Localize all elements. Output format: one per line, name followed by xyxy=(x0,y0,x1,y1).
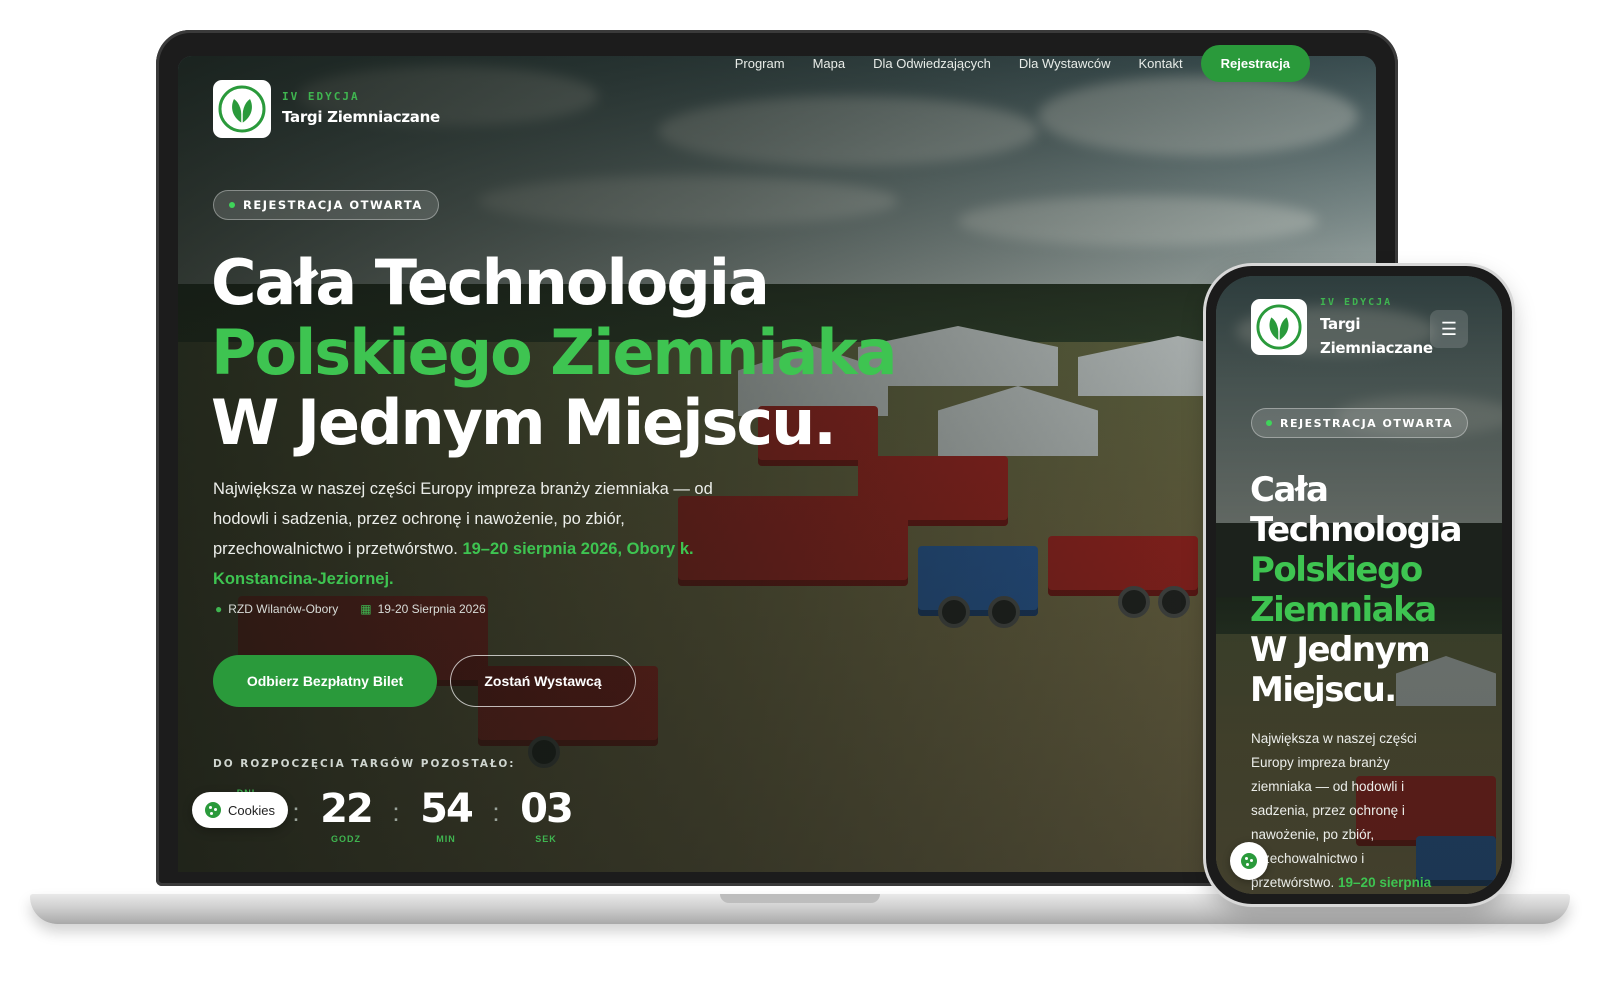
mobile-lead-line-6: przechowalnictwo i xyxy=(1251,851,1365,866)
map-pin-icon: ● xyxy=(215,602,223,616)
countdown-separator: : xyxy=(292,797,300,827)
laptop-screen xyxy=(178,56,1376,872)
registration-button[interactable]: Rejestracja xyxy=(1200,45,1310,82)
badge-label: REJESTRACJA OTWARTA xyxy=(243,198,423,212)
meta-location-text: RZD Wilanów-Obory xyxy=(228,602,339,616)
mobile-headline-line-6: Miejscu. xyxy=(1250,670,1397,710)
headline-line-3: W Jednym Miejscu. xyxy=(211,386,837,459)
mobile-lead-date-highlight: 19–20 sierpnia xyxy=(1338,875,1432,890)
nav-program[interactable]: Program xyxy=(735,56,785,71)
mobile-cookie-icon xyxy=(1241,853,1257,869)
mobile-lead-line-1: Największa w naszej części xyxy=(1251,731,1417,746)
site-logo[interactable] xyxy=(213,80,271,138)
mobile-hero-lead: Największa w naszej części Europy imprez… xyxy=(1251,727,1491,895)
nav-dla-odwiedzajacych[interactable]: Dla Odwiedzających xyxy=(873,56,991,71)
countdown-minutes: 54 MIN xyxy=(404,786,488,844)
brand-name[interactable]: Targi Ziemniaczane xyxy=(282,108,440,126)
mobile-hero-headline: Cała Technologia Polskiego Ziemniaka W J… xyxy=(1250,470,1463,710)
countdown-minutes-value: 54 xyxy=(420,786,474,832)
hamburger-icon: ☰ xyxy=(1440,318,1458,339)
laptop-notch xyxy=(720,894,880,903)
mobile-site-logo[interactable] xyxy=(1251,299,1307,355)
mobile-brand-name-line1: Targi xyxy=(1320,315,1361,333)
mobile-status-dot-icon xyxy=(1266,420,1272,426)
nav-mapa[interactable]: Mapa xyxy=(813,56,846,71)
mobile-lead-line-7: przetwórstwo. xyxy=(1251,875,1339,890)
registration-open-badge: REJESTRACJA OTWARTA xyxy=(213,190,439,220)
mobile-badge-label: REJESTRACJA OTWARTA xyxy=(1280,416,1454,430)
hero-headline: Cała Technologia Polskiego Ziemniaka W J… xyxy=(211,246,897,459)
status-dot-icon xyxy=(229,202,235,208)
mobile-headline-line-4: Ziemniaka xyxy=(1250,590,1437,630)
countdown-separator: : xyxy=(492,797,500,827)
cookie-icon xyxy=(205,802,222,818)
countdown-hours-value: 22 xyxy=(320,786,374,832)
mobile-lead-line-3: ziemniaka — od hodowli i xyxy=(1251,779,1405,794)
cookies-button[interactable]: Cookies xyxy=(192,792,288,828)
mobile-headline-line-3: Polskiego xyxy=(1250,550,1423,590)
meta-date-text: 19-20 Sierpnia 2026 xyxy=(377,602,486,616)
meta-location: ● RZD Wilanów-Obory xyxy=(215,602,338,616)
hamburger-menu-button[interactable]: ☰ xyxy=(1430,310,1468,348)
mobile-headline-line-1: Cała xyxy=(1250,470,1329,510)
calendar-icon: ▦ xyxy=(360,602,372,616)
countdown-hours: 22 GODZ xyxy=(304,786,388,844)
mobile-registration-open-badge: REJESTRACJA OTWARTA xyxy=(1251,408,1469,438)
nav-kontakt[interactable]: Kontakt xyxy=(1139,56,1183,71)
mobile-lead-line-4: sadzenia, przez ochronę i xyxy=(1251,803,1405,818)
become-exhibitor-button[interactable]: Zostań Wystawcą xyxy=(450,655,636,707)
event-meta: ● RZD Wilanów-Obory ▦ 19-20 Sierpnia 202… xyxy=(215,602,486,616)
countdown-label: DO ROZPOCZĘCIA TARGÓW POZOSTAŁO: xyxy=(213,758,516,770)
hero-background-photo xyxy=(178,56,1376,872)
countdown-separator: : xyxy=(392,797,400,827)
countdown-minutes-caption: MIN xyxy=(436,834,456,844)
mobile-headline-line-2: Technologia xyxy=(1250,510,1463,550)
mobile-brand-name-line2: Ziemniaczane xyxy=(1320,339,1433,357)
mobile-lead-line-5: nawożenie, po zbiór, xyxy=(1251,827,1375,842)
mobile-logo-leaf-icon xyxy=(1256,304,1302,350)
meta-date: ▦ 19-20 Sierpnia 2026 xyxy=(360,602,485,616)
headline-line-2: Polskiego Ziemniaka xyxy=(211,316,897,389)
headline-line-1: Cała Technologia xyxy=(211,246,770,319)
countdown-seconds-value: 03 xyxy=(520,786,574,832)
logo-leaf-icon xyxy=(218,85,266,133)
mobile-headline-line-5: W Jednym xyxy=(1250,630,1431,670)
main-navigation: Program Mapa Dla Odwiedzających Dla Wyst… xyxy=(735,45,1310,82)
mobile-cookies-button[interactable] xyxy=(1230,842,1268,880)
mobile-brand-kicker: IV EDYCJA xyxy=(1320,297,1393,308)
brand-kicker: IV EDYCJA xyxy=(282,90,360,103)
hero-lead: Największa w naszej części Europy imprez… xyxy=(213,474,743,594)
free-ticket-button[interactable]: Odbierz Bezpłatny Bilet xyxy=(213,655,437,707)
nav-dla-wystawcow[interactable]: Dla Wystawców xyxy=(1019,56,1111,71)
countdown-seconds-caption: SEK xyxy=(535,834,557,844)
countdown-hours-caption: GODZ xyxy=(331,834,361,844)
countdown-seconds: 03 SEK xyxy=(504,786,588,844)
mobile-lead-line-2: Europy impreza branży xyxy=(1251,755,1390,770)
cookies-label: Cookies xyxy=(228,802,275,818)
